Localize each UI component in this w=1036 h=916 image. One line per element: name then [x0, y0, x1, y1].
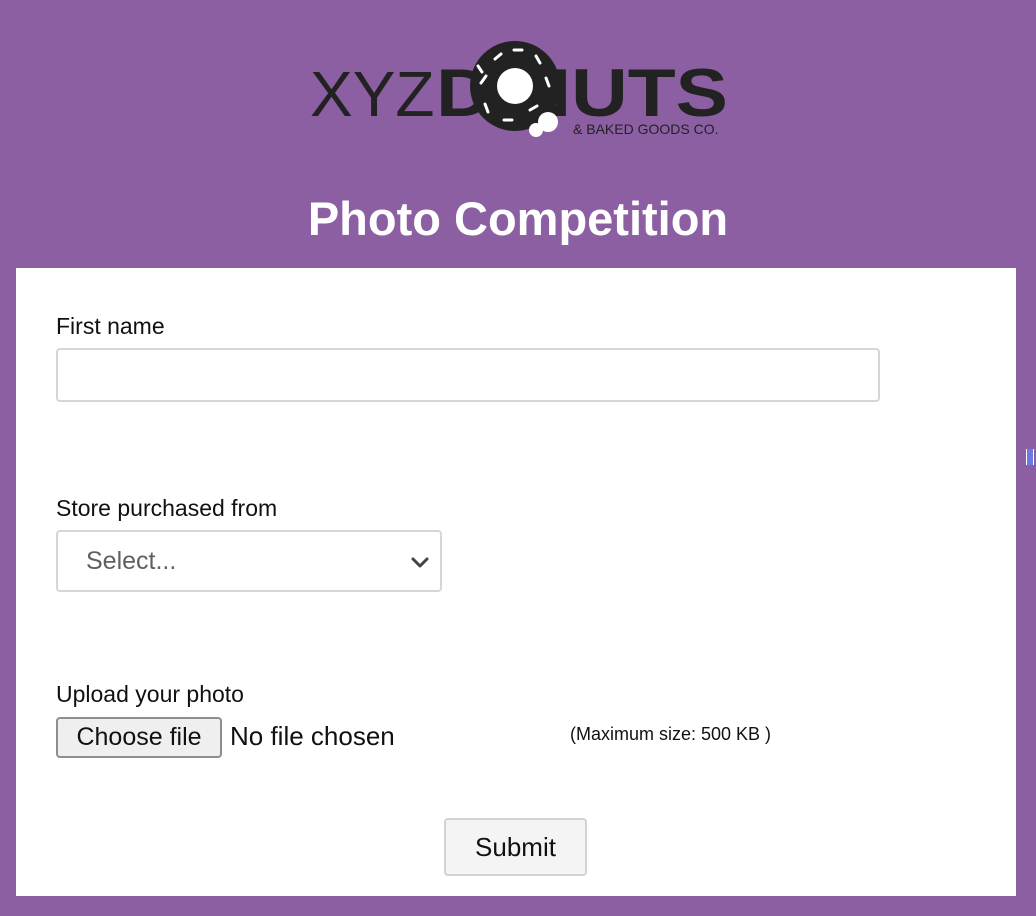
photo-competition-page: XYZ D NUTS & BAKED GOODS CO. Photo Compe… [0, 0, 1036, 916]
first-name-label: First name [56, 313, 165, 339]
chevron-down-icon [411, 557, 429, 568]
photo-entry-form: First name Store purchased from Select..… [16, 268, 1016, 896]
max-size-note: (Maximum size: 500 KB ) [570, 724, 772, 744]
file-status-text: No file chosen [230, 721, 395, 751]
scroll-handle[interactable] [1026, 449, 1034, 465]
submit-button[interactable]: Submit [444, 818, 587, 876]
store-label: Store purchased from [56, 495, 278, 521]
store-select[interactable]: Select... [56, 530, 442, 592]
choose-file-button[interactable]: Choose file [56, 717, 222, 758]
first-name-field[interactable] [56, 348, 880, 402]
store-select-value: Select... [86, 547, 177, 575]
page-title: Photo Competition [307, 192, 729, 245]
logo-brand-left: XYZ [310, 58, 434, 130]
xyz-donuts-logo: XYZ D NUTS & BAKED GOODS CO. [310, 41, 726, 137]
upload-label: Upload your photo [56, 681, 244, 707]
logo-tagline: & BAKED GOODS CO. [573, 121, 718, 137]
